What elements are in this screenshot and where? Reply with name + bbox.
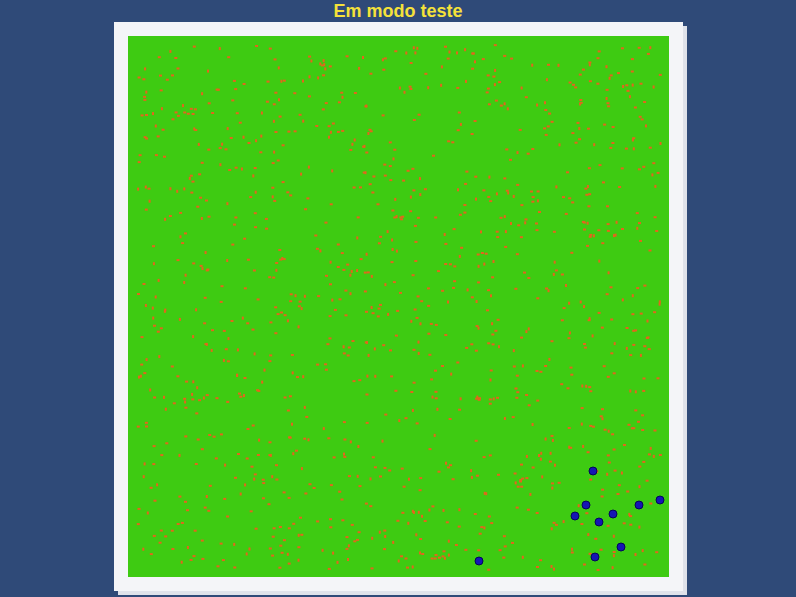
food-layer [128,36,669,577]
agent [589,466,598,475]
agent [656,496,665,505]
agent [595,517,604,526]
agent [634,501,643,510]
agent [609,510,618,519]
agent [582,501,591,510]
agent [617,543,626,552]
agent [591,552,600,561]
agent [474,556,483,565]
play-field[interactable] [128,36,669,577]
board-frame [114,22,683,591]
agent [571,511,580,520]
mode-title: Em modo teste [333,0,462,22]
game-screen: Em modo teste [0,0,796,597]
